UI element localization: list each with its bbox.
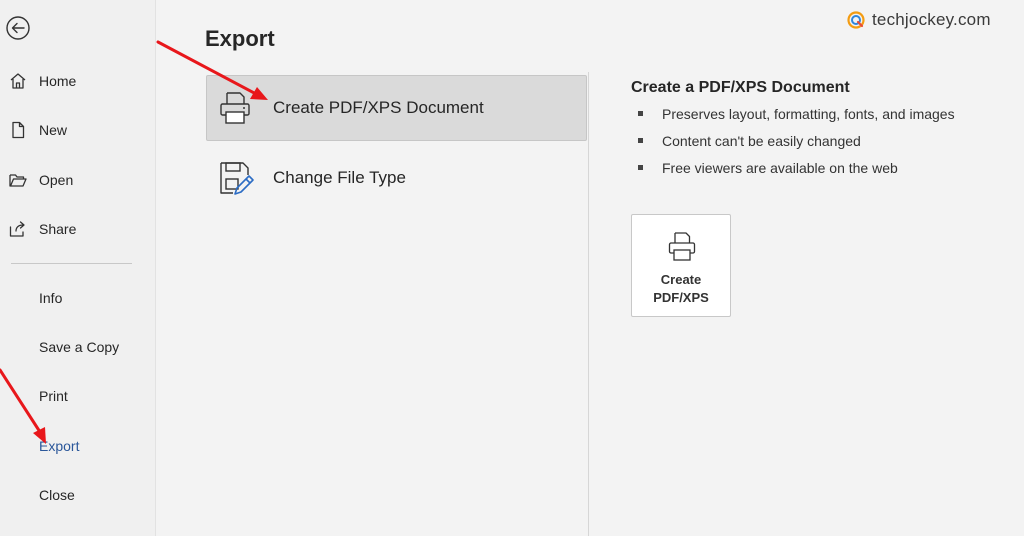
nav-item-print[interactable]: Print	[0, 378, 156, 414]
option-create-pdf-xps[interactable]: Create PDF/XPS Document	[206, 75, 587, 141]
back-arrow-icon	[6, 16, 30, 40]
export-pane: Export Create PDF/XPS Document Change Fi…	[157, 0, 1024, 536]
nav-item-info[interactable]: Info	[0, 280, 156, 316]
nav-item-home[interactable]: Home	[0, 63, 156, 99]
nav-item-label: Export	[39, 438, 80, 454]
create-button-line1: Create	[660, 272, 702, 287]
nav-item-label: New	[39, 122, 68, 138]
pane-divider	[588, 72, 589, 536]
home-icon	[10, 73, 26, 89]
watermark-text: techjockey.com	[872, 10, 991, 29]
detail-title: Create a PDF/XPS Document	[631, 79, 850, 96]
nav-item-label: Open	[39, 172, 74, 188]
nav-item-close[interactable]: Close	[0, 477, 156, 513]
techjockey-logo-icon	[847, 11, 865, 29]
nav-item-open[interactable]: Open	[0, 162, 156, 198]
pdf-document-icon	[220, 92, 250, 124]
create-button-line2: PDF/XPS	[653, 290, 709, 305]
nav-item-label: Close	[39, 487, 75, 503]
nav-item-label: Save a Copy	[39, 339, 120, 355]
option-label: Create PDF/XPS Document	[273, 98, 484, 117]
new-document-icon	[12, 121, 25, 139]
backstage-nav: Home New Open Share Info Save a Copy Pri…	[0, 0, 156, 536]
list-item: Content can't be easily changed	[635, 132, 955, 159]
create-button-label: Create PDF/XPS	[632, 271, 730, 307]
nav-item-label: Info	[39, 290, 63, 306]
share-icon	[9, 221, 25, 237]
nav-item-save-a-copy[interactable]: Save a Copy	[0, 329, 156, 365]
feature-list: Preserves layout, formatting, fonts, and…	[635, 105, 955, 186]
change-file-type-icon	[220, 162, 254, 195]
nav-item-label: Print	[39, 388, 68, 404]
list-item: Free viewers are available on the web	[635, 159, 955, 186]
option-change-file-type[interactable]: Change File Type	[206, 145, 587, 211]
page-title: Export	[205, 26, 275, 51]
nav-item-share[interactable]: Share	[0, 211, 156, 247]
nav-item-label: Home	[39, 73, 77, 89]
list-item: Preserves layout, formatting, fonts, and…	[635, 105, 955, 132]
watermark: techjockey.com	[846, 10, 991, 30]
nav-item-export[interactable]: Export	[0, 428, 156, 464]
nav-item-label: Share	[39, 221, 77, 237]
nav-item-new[interactable]: New	[0, 112, 156, 148]
nav-divider	[11, 263, 132, 264]
pdf-document-icon	[668, 232, 696, 261]
open-folder-icon	[9, 174, 27, 187]
create-pdf-xps-button[interactable]: Create PDF/XPS	[631, 214, 731, 317]
option-label: Change File Type	[273, 168, 406, 187]
back-button[interactable]	[4, 14, 32, 42]
